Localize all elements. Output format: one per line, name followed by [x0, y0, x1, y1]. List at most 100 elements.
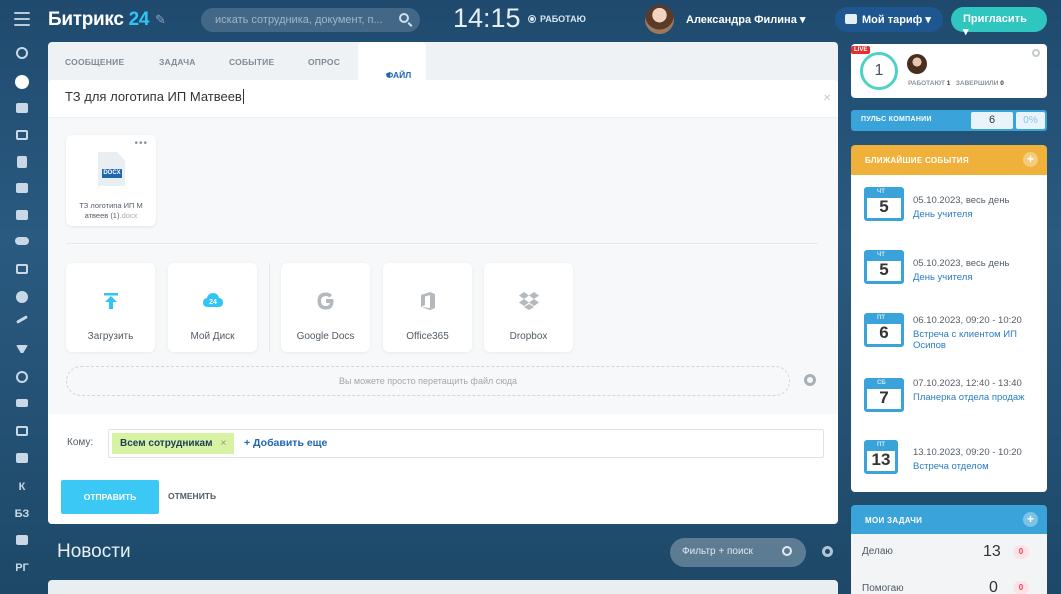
tariff-label: Мой тариф	[862, 14, 923, 26]
pulse-label: ПУЛЬС КОМПАНИИ	[861, 116, 932, 123]
analytics-icon[interactable]	[14, 371, 30, 385]
event-time: 07.10.2023, 12:40 - 13:40	[913, 378, 1022, 389]
remove-tag-icon[interactable]: ×	[221, 438, 227, 449]
add-task-icon[interactable]: +	[1023, 512, 1038, 527]
docx-file-icon: DOCX	[98, 152, 125, 186]
event-title-link[interactable]: День учителя	[913, 272, 1043, 283]
crm-icon[interactable]	[14, 290, 30, 304]
page-title: Новости	[57, 541, 131, 562]
file-type-label: DOCX	[102, 169, 122, 178]
top-bar: Битрикс 24 ✎ искать сотрудника, документ…	[0, 0, 1061, 40]
robot-icon[interactable]	[14, 452, 30, 466]
invite-button[interactable]: Пригласить ▾	[951, 7, 1047, 38]
sidebar-item-rg[interactable]: РГ	[14, 562, 30, 576]
groups-icon[interactable]	[14, 236, 30, 250]
working-label: РАБОТАЮТ	[908, 80, 945, 87]
close-icon[interactable]: ✕	[823, 93, 831, 104]
cart-icon[interactable]	[14, 398, 30, 412]
sidebar-item-k[interactable]: К	[14, 481, 30, 495]
attached-file-card[interactable]: ••• DOCX ТЗ логотипа ИП М атвеев (1).doc…	[66, 135, 156, 226]
sales-icon[interactable]	[14, 315, 30, 331]
user-menu[interactable]: Александра Филина ▾	[686, 13, 805, 26]
pulse-value: 6	[971, 112, 1013, 129]
drive-icon[interactable]	[14, 182, 30, 196]
gear-icon[interactable]	[1032, 49, 1040, 57]
office365-label: Office365	[406, 331, 449, 342]
event-title-link[interactable]: День учителя	[913, 209, 1043, 220]
tasks-icon[interactable]	[14, 74, 30, 89]
my-drive-label: Мой Диск	[190, 331, 235, 342]
task-badge: 0	[1013, 545, 1029, 559]
office-icon	[421, 292, 435, 310]
chat-icon[interactable]	[14, 102, 30, 116]
avatar[interactable]	[645, 5, 674, 34]
upload-label: Загрузить	[87, 331, 134, 342]
task-badge: 0	[1013, 581, 1029, 594]
tab-poll[interactable]: ОПРОС	[308, 57, 340, 67]
event-time: 13.10.2023, 09:20 - 10:20	[913, 447, 1022, 458]
sites-icon[interactable]	[14, 425, 30, 439]
file-name: ТЗ логотипа ИП М атвеев (1).docx	[70, 201, 152, 221]
add-recipient-link[interactable]: + Добавить еще	[244, 437, 327, 449]
calendar-icon[interactable]	[14, 129, 30, 143]
title-input[interactable]: ТЗ для логотипа ИП Матвеев	[65, 89, 244, 104]
add-event-icon[interactable]: +	[1023, 152, 1038, 167]
drop-zone[interactable]: Вы можете просто перетащить файл сюда	[66, 366, 790, 396]
tab-message[interactable]: СООБЩЕНИЕ	[65, 57, 124, 67]
sidebar-item-kb[interactable]: БЗ	[14, 508, 30, 522]
stream-icon[interactable]	[14, 47, 30, 61]
edit-pencil-icon[interactable]: ✎	[155, 12, 166, 28]
company-pulse[interactable]: ПУЛЬС КОМПАНИИ 6 0%	[851, 110, 1047, 131]
my-drive-button[interactable]: 24 Мой Диск	[168, 263, 257, 352]
filter-placeholder: Фильтр + поиск	[682, 546, 753, 557]
tariff-button[interactable]: Мой тариф ▾	[835, 7, 943, 32]
dropbox-icon	[519, 292, 539, 310]
search-icon[interactable]	[782, 546, 792, 556]
work-status[interactable]: РАБОТАЮ	[528, 14, 586, 24]
tariff-icon	[845, 14, 857, 24]
search-input[interactable]: искать сотрудника, документ, п...	[201, 8, 420, 32]
tab-file[interactable]: ФАЙЛ ▾	[358, 42, 426, 82]
event-title-link[interactable]: Планерка отдела продаж	[913, 392, 1043, 403]
google-docs-label: Google Docs	[296, 331, 355, 342]
events-header: БЛИЖАЙШИЕ СОБЫТИЯ +	[851, 145, 1047, 175]
task-row-label[interactable]: Помогаю	[862, 583, 904, 594]
rpa-icon[interactable]	[14, 534, 30, 548]
menu-icon[interactable]	[14, 12, 30, 26]
dropbox-button[interactable]: Dropbox	[484, 263, 573, 352]
drop-zone-text: Вы можете просто перетащить файл сюда	[338, 376, 518, 386]
gear-icon[interactable]	[822, 546, 833, 557]
recipient-tag-label: Всем сотрудникам	[120, 438, 213, 449]
task-count[interactable]: 13	[983, 543, 1001, 561]
avatar[interactable]	[907, 54, 927, 74]
tab-event[interactable]: СОБЫТИЕ	[229, 57, 274, 67]
recipient-tag[interactable]: Всем сотрудникам ×	[112, 433, 235, 454]
event-title-link[interactable]: Встреча с клиентом ИП Осипов	[913, 329, 1043, 351]
logo-number: 24	[128, 9, 150, 30]
pulse-percent: 0%	[1016, 112, 1045, 129]
tab-task[interactable]: ЗАДАЧА	[159, 57, 196, 67]
live-count: 1	[860, 52, 898, 90]
task-row-label[interactable]: Делаю	[862, 546, 893, 557]
upload-button[interactable]: Загрузить	[66, 263, 155, 352]
logo[interactable]: Битрикс 24	[48, 9, 149, 31]
time-icon[interactable]	[14, 263, 30, 277]
cancel-button[interactable]: ОТМЕНИТЬ	[168, 491, 216, 501]
tasks-title: МОИ ЗАДАЧИ	[865, 516, 923, 525]
more-icon[interactable]: •••	[134, 138, 148, 149]
event-weekday: ЧТ	[877, 252, 885, 258]
search-icon[interactable]	[399, 13, 409, 23]
work-status-label: РАБОТАЮ	[540, 14, 586, 24]
office365-button[interactable]: Office365	[383, 263, 472, 352]
funnel-icon[interactable]	[14, 344, 30, 358]
text-caret	[242, 89, 244, 104]
document-icon[interactable]	[14, 155, 30, 169]
event-title-link[interactable]: Встреча отделом	[913, 461, 1043, 472]
google-docs-button[interactable]: Google Docs	[281, 263, 370, 352]
mail-icon[interactable]	[14, 209, 30, 223]
upload-icon	[104, 293, 118, 309]
recipients-label: Кому:	[67, 437, 94, 448]
task-count[interactable]: 0	[989, 579, 998, 594]
send-button[interactable]: ОТПРАВИТЬ	[61, 480, 159, 514]
gear-icon[interactable]	[804, 374, 816, 386]
